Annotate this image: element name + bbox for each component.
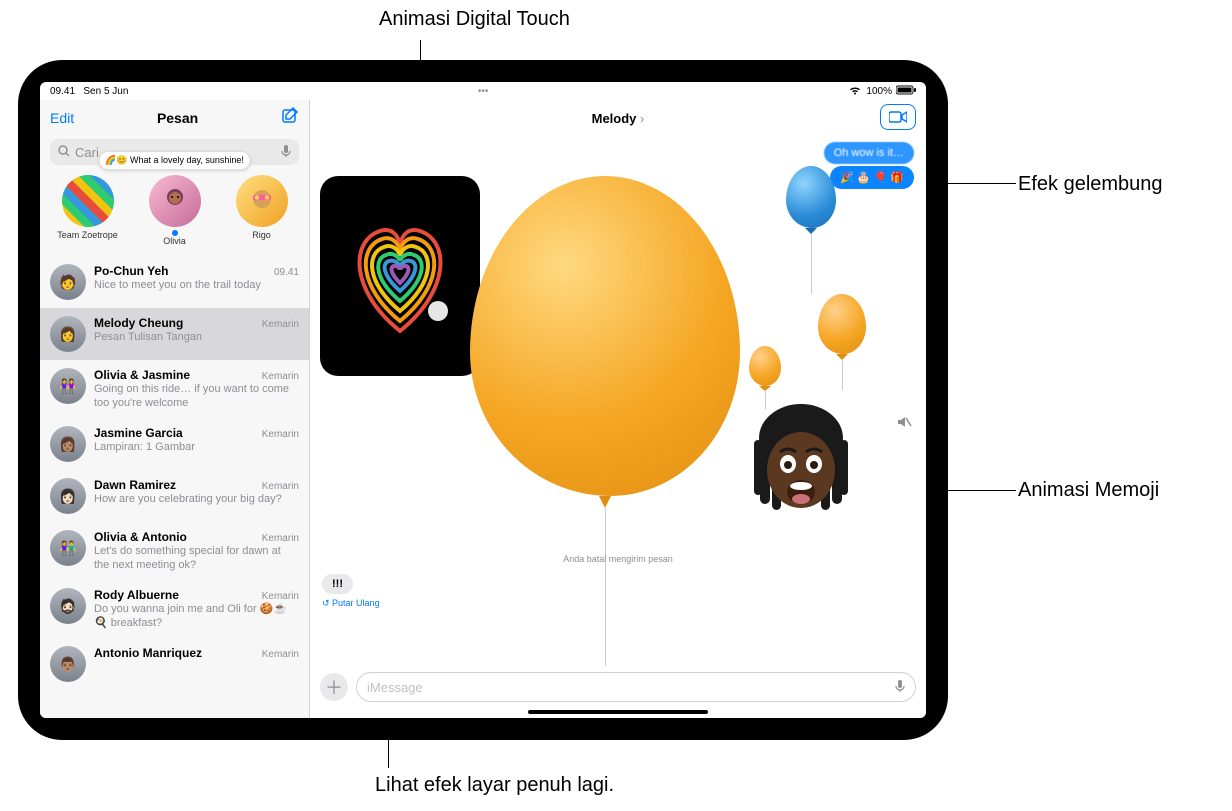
status-left: 09.41 Sen 5 Jun [50, 86, 128, 97]
compose-button[interactable] [281, 106, 299, 129]
status-right: 100% [848, 85, 916, 98]
conversation-row[interactable]: 👫 Olivia & Antonio Kemarin Let's do somet… [40, 522, 309, 580]
conv-time: Kemarin [262, 481, 299, 492]
avatar: 🧔🏻 [50, 588, 86, 624]
callout-memoji: Animasi Memoji [1018, 479, 1159, 502]
battery-text: 100% [866, 86, 892, 97]
home-indicator[interactable] [528, 710, 708, 714]
undo-send-text: Anda batal mengirim pesan [563, 554, 673, 564]
conv-preview: How are you celebrating your big day? [94, 492, 299, 506]
conv-preview: Nice to meet you on the trail today [94, 278, 299, 292]
pinned-label: Team Zoetrope [48, 230, 128, 240]
callout-bubble: Efek gelembung [1018, 173, 1163, 196]
conv-time: Kemarin [262, 371, 299, 382]
chat-transcript[interactable]: Oh wow is it… 🎉 🎂 🎈 🎁 [310, 136, 926, 666]
avatar [149, 175, 201, 227]
search-placeholder: Cari [75, 145, 99, 160]
conv-time: Kemarin [262, 591, 299, 602]
replay-effect-link[interactable]: ↺ Putar Ulang [322, 598, 380, 609]
pinned-item-team-zoetrope[interactable]: Team Zoetrope [48, 175, 128, 246]
avatar: 👩🏽 [50, 426, 86, 462]
wifi-icon [848, 85, 862, 98]
conv-time: Kemarin [262, 533, 299, 544]
message-preview-tooltip: 🌈😊 What a lovely day, sunshine! [98, 151, 251, 170]
conversation-row-selected[interactable]: 👩 Melody Cheung Kemarin Pesan Tulisan Tan… [40, 308, 309, 360]
conversation-row[interactable]: 👨🏽 Antonio Manriquez Kemarin [40, 638, 309, 690]
message-placeholder: iMessage [367, 680, 423, 695]
digital-touch-message[interactable] [320, 176, 480, 376]
balloon-fullscreen-effect [470, 176, 740, 666]
conv-preview: Let's do something special for dawn at t… [94, 544, 299, 572]
status-time: 09.41 [50, 86, 75, 97]
conv-name: Olivia & Antonio [94, 530, 187, 544]
conv-time: Kemarin [262, 429, 299, 440]
balloon-decoration [786, 166, 836, 294]
message-input[interactable]: iMessage [356, 672, 916, 702]
outgoing-bubble[interactable]: Oh wow is it… [824, 142, 914, 164]
chat-header: Melody › [310, 100, 926, 136]
edit-button[interactable]: Edit [50, 110, 74, 126]
avatar: 👫 [50, 530, 86, 566]
speaker-mute-icon[interactable] [896, 414, 912, 433]
avatar: 👭 [50, 368, 86, 404]
pinned-item-rigo[interactable]: Rigo [222, 175, 302, 246]
conv-name: Melody Cheung [94, 316, 183, 330]
conversation-row[interactable]: 👭 Olivia & Jasmine Kemarin Going on this … [40, 360, 309, 418]
search-icon [58, 145, 70, 160]
conv-preview: Going on this ride… if you want to come … [94, 382, 299, 410]
dictate-icon[interactable] [281, 144, 291, 161]
messages-sidebar: Edit Pesan Cari [40, 100, 310, 718]
chat-title[interactable]: Melody › [592, 111, 645, 126]
sidebar-title: Pesan [157, 110, 198, 126]
conversation-list[interactable]: 🧑 Po-Chun Yeh 09.41 Nice to meet you on t… [40, 256, 309, 718]
chevron-right-icon: › [640, 111, 644, 126]
dictate-icon[interactable] [895, 679, 905, 696]
conv-time: Kemarin [262, 319, 299, 330]
message-input-row: ＋ iMessage [310, 666, 926, 708]
chat-panel: Melody › Oh wow is it… 🎉 🎂 🎈 🎁 [310, 100, 926, 718]
conv-time: 09.41 [274, 267, 299, 278]
conv-preview: Do you wanna join me and Oli for 🍪☕🍳 bre… [94, 602, 299, 630]
multitask-dots-icon[interactable]: ••• [478, 86, 489, 97]
avatar: 👩🏻 [50, 478, 86, 514]
pinned-item-olivia[interactable]: 🌈😊 What a lovely day, sunshine! Olivia [135, 175, 215, 246]
conv-name: Jasmine Garcia [94, 426, 183, 440]
conv-name: Po-Chun Yeh [94, 264, 168, 278]
avatar: 🧑 [50, 264, 86, 300]
ipad-screen: 09.41 Sen 5 Jun ••• 100% Edit Pesan [40, 82, 926, 718]
conversation-row[interactable]: 👩🏻 Dawn Ramirez Kemarin How are you celeb… [40, 470, 309, 522]
conversation-row[interactable]: 👩🏽 Jasmine Garcia Kemarin Lampiran: 1 Gam… [40, 418, 309, 470]
ipad-device-frame: 09.41 Sen 5 Jun ••• 100% Edit Pesan [18, 60, 948, 740]
callout-fullscreen: Lihat efek layar penuh lagi. [375, 774, 614, 797]
incoming-bubble[interactable]: !!! [322, 574, 353, 594]
pinned-label: Olivia [135, 236, 215, 246]
balloon-decoration [818, 294, 866, 390]
conv-time: Kemarin [262, 649, 299, 660]
conv-name: Rody Albuerne [94, 588, 179, 602]
avatar: 👩 [50, 316, 86, 352]
chat-contact-name: Melody [592, 111, 637, 126]
pinned-conversations: Team Zoetrope 🌈😊 What a lovely day, suns… [40, 169, 309, 256]
memoji-animation[interactable] [736, 396, 866, 526]
avatar [62, 175, 114, 227]
battery-icon [896, 85, 916, 98]
outgoing-bubble-emoji[interactable]: 🎉 🎂 🎈 🎁 [830, 166, 914, 189]
facetime-button[interactable] [880, 104, 916, 130]
conversation-row[interactable]: 🧔🏻 Rody Albuerne Kemarin Do you wanna joi… [40, 580, 309, 638]
balloon-decoration [749, 346, 781, 409]
conversation-row[interactable]: 🧑 Po-Chun Yeh 09.41 Nice to meet you on t… [40, 256, 309, 308]
status-date: Sen 5 Jun [83, 86, 128, 97]
conv-name: Dawn Ramirez [94, 478, 176, 492]
avatar [236, 175, 288, 227]
status-bar: 09.41 Sen 5 Jun ••• 100% [40, 82, 926, 100]
callout-digital-touch: Animasi Digital Touch [379, 8, 570, 31]
avatar: 👨🏽 [50, 646, 86, 682]
conv-name: Antonio Manriquez [94, 646, 202, 660]
apps-plus-button[interactable]: ＋ [320, 673, 348, 701]
conv-preview: Lampiran: 1 Gambar [94, 440, 299, 454]
pinned-label: Rigo [222, 230, 302, 240]
conv-name: Olivia & Jasmine [94, 368, 190, 382]
conv-preview: Pesan Tulisan Tangan [94, 330, 299, 344]
